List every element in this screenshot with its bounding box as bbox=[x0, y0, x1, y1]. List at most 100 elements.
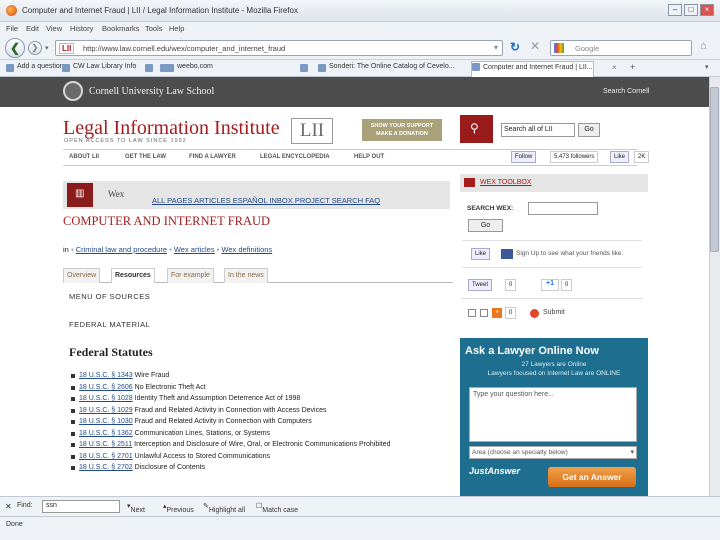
url-text[interactable]: http://www.law.cornell.edu/wex/computer_… bbox=[83, 44, 285, 53]
nav-legal-encyclopedia[interactable]: LEGAL ENCYCLOPEDIA bbox=[260, 154, 330, 160]
nav-find-a-lawyer[interactable]: FIND A LAWYER bbox=[189, 154, 236, 160]
bookmark-add-question[interactable]: Add a question bbox=[6, 63, 64, 74]
nav-about-lii[interactable]: ABOUT LII bbox=[69, 154, 99, 160]
statute-link[interactable]: 18 U.S.C. § 2511 bbox=[79, 441, 132, 448]
bookmark-cw-law-library[interactable]: CW Law Library Info bbox=[62, 63, 136, 74]
highlight-all-button[interactable]: ✎ Highlight all bbox=[203, 502, 245, 514]
statute-link[interactable]: 18 U.S.C. § 2701 bbox=[79, 453, 133, 460]
donate-line2: MAKE A DONATION bbox=[376, 131, 428, 137]
statute-link[interactable]: 18 U.S.C. § 2702 bbox=[79, 464, 133, 471]
nav-get-the-law[interactable]: GET THE LAW bbox=[125, 154, 166, 160]
history-dropdown-icon[interactable]: ▾ bbox=[45, 44, 49, 52]
search-cornell-link[interactable]: Search Cornell bbox=[603, 88, 649, 95]
facebook-like-button[interactable]: Like bbox=[610, 151, 630, 163]
toolbox-label[interactable]: WEX TOOLBOX bbox=[480, 179, 531, 186]
menu-history[interactable]: History bbox=[70, 24, 93, 33]
statute-link[interactable]: 18 U.S.C. § 1028 bbox=[79, 395, 133, 402]
statute-link[interactable]: 18 U.S.C. § 1030 bbox=[79, 418, 133, 425]
share-icon[interactable]: + bbox=[492, 308, 502, 318]
tab-close-icon[interactable]: × bbox=[612, 63, 617, 72]
tweet-button[interactable]: Tweet bbox=[468, 279, 493, 291]
bookmark-weebo[interactable]: weebo.com bbox=[166, 63, 213, 74]
scrollbar-thumb[interactable] bbox=[710, 87, 719, 252]
menu-help[interactable]: Help bbox=[169, 24, 184, 33]
url-bar[interactable]: LII http://www.law.cornell.edu/wex/compu… bbox=[55, 40, 503, 56]
cornell-name[interactable]: Cornell University Law School bbox=[89, 86, 214, 97]
menu-view[interactable]: View bbox=[46, 24, 62, 33]
google-icon[interactable] bbox=[554, 43, 564, 53]
statute-link[interactable]: 18 U.S.C. § 1343 bbox=[79, 372, 133, 379]
menu-bar: File Edit View History Bookmarks Tools H… bbox=[0, 22, 720, 35]
url-dropdown-icon[interactable]: ▾ bbox=[494, 43, 498, 52]
ad-title[interactable]: Ask a Lawyer Online Now bbox=[465, 345, 599, 357]
email-icon[interactable] bbox=[468, 309, 476, 317]
menu-bookmarks[interactable]: Bookmarks bbox=[102, 24, 140, 33]
reload-icon[interactable]: ↻ bbox=[510, 40, 520, 54]
tab-computer-internet-fraud[interactable]: Computer and Internet Fraud | LII... bbox=[471, 61, 594, 77]
tab-resources[interactable]: Resources bbox=[111, 268, 155, 283]
forward-button[interactable]: ❯ bbox=[28, 41, 42, 55]
site-identity-badge[interactable]: LII bbox=[59, 43, 75, 54]
browser-search-box[interactable]: Google bbox=[550, 40, 692, 56]
google-plus-button[interactable]: +1 bbox=[541, 279, 559, 291]
tab-list-icon[interactable]: ▾ bbox=[705, 63, 709, 71]
lii-tagline: OPEN ACCESS TO LAW SINCE 1992 bbox=[64, 138, 187, 144]
find-close-icon[interactable]: ✕ bbox=[5, 502, 12, 511]
menu-of-sources-heading: MENU OF SOURCES bbox=[69, 292, 151, 301]
menu-file[interactable]: File bbox=[6, 24, 18, 33]
bookmark-catalog[interactable]: Sonderi: The Online Catalog of Cevelo... bbox=[318, 63, 455, 74]
maximize-button[interactable]: □ bbox=[684, 4, 698, 16]
statute-link[interactable]: 18 U.S.C. § 1362 bbox=[79, 430, 133, 437]
wex-book-icon: ▥ bbox=[67, 183, 93, 207]
ad-specialty-select[interactable]: Area (choose an specialty below) ▾ bbox=[469, 446, 637, 459]
divider bbox=[462, 298, 642, 299]
breadcrumb-wex-definitions[interactable]: Wex definitions bbox=[221, 245, 272, 254]
lii-logo-box[interactable]: LII bbox=[291, 118, 333, 144]
justanswer-logo[interactable]: JustAnswer bbox=[469, 466, 539, 488]
stumbleupon-icon[interactable] bbox=[530, 309, 539, 318]
menu-edit[interactable]: Edit bbox=[26, 24, 39, 33]
nav-help-out[interactable]: HELP OUT bbox=[354, 154, 384, 160]
bookmark-3[interactable] bbox=[145, 63, 156, 74]
bookmark-6[interactable] bbox=[300, 63, 311, 74]
sidebar-like-button[interactable]: Like bbox=[471, 248, 491, 260]
tab-overview[interactable]: Overview bbox=[63, 268, 101, 283]
get-an-answer-button[interactable]: Get an Answer bbox=[548, 467, 636, 487]
minimize-button[interactable]: – bbox=[668, 4, 682, 16]
match-case-checkbox[interactable]: ☐ Match case bbox=[256, 502, 298, 514]
page-title: COMPUTER AND INTERNET FRAUD bbox=[63, 214, 271, 228]
submit-link[interactable]: Submit bbox=[543, 309, 565, 316]
plus-one-count: 0 bbox=[561, 279, 573, 291]
search-wex-go-button[interactable]: Go bbox=[468, 219, 503, 232]
wex-glyph-icon: ▥ bbox=[75, 188, 85, 199]
breadcrumb-criminal-law[interactable]: Criminal law and procedure bbox=[76, 245, 167, 254]
find-input[interactable]: ssn bbox=[42, 500, 120, 513]
lii-search-icon[interactable]: ⚲ bbox=[460, 115, 493, 143]
breadcrumb-wex-articles[interactable]: Wex articles bbox=[174, 245, 215, 254]
find-next-button[interactable]: ▾ Next bbox=[127, 502, 145, 514]
donate-line1: SHOW YOUR SUPPORT bbox=[370, 123, 434, 129]
wex-label[interactable]: Wex bbox=[108, 189, 124, 199]
tab-in-the-news[interactable]: In the news bbox=[224, 268, 268, 283]
find-previous-button[interactable]: ▴ Previous bbox=[163, 502, 194, 514]
statute-link[interactable]: 18 U.S.C. § 1029 bbox=[79, 407, 133, 414]
search-wex-input[interactable] bbox=[528, 202, 598, 215]
back-button[interactable]: ❮ bbox=[5, 38, 25, 58]
new-tab-button[interactable]: + bbox=[630, 62, 635, 72]
stop-icon[interactable]: ✕ bbox=[530, 39, 540, 53]
close-window-button[interactable]: × bbox=[700, 4, 714, 16]
donate-button[interactable]: SHOW YOUR SUPPORT MAKE A DONATION bbox=[362, 119, 442, 141]
lii-search-go-button[interactable]: Go bbox=[578, 123, 600, 137]
menu-tools[interactable]: Tools bbox=[145, 24, 163, 33]
wex-links[interactable]: ALL PAGES ARTICLES ESPAÑOL INBOX PROJECT… bbox=[152, 196, 380, 205]
tab-for-example[interactable]: For example bbox=[167, 268, 214, 283]
magnifier-icon: ⚲ bbox=[470, 121, 479, 135]
ad-question-textarea[interactable]: Type your question here... bbox=[469, 387, 637, 442]
lii-logo-title[interactable]: Legal Information Institute bbox=[63, 117, 280, 140]
print-icon[interactable] bbox=[480, 309, 488, 317]
home-icon[interactable]: ⌂ bbox=[700, 40, 707, 52]
wex-toolbox: WEX TOOLBOX bbox=[460, 174, 648, 192]
twitter-follow-button[interactable]: Follow bbox=[511, 151, 537, 163]
lii-search-input[interactable]: Search all of LII bbox=[501, 123, 575, 137]
statute-link[interactable]: 18 U.S.C. § 2606 bbox=[79, 384, 133, 391]
